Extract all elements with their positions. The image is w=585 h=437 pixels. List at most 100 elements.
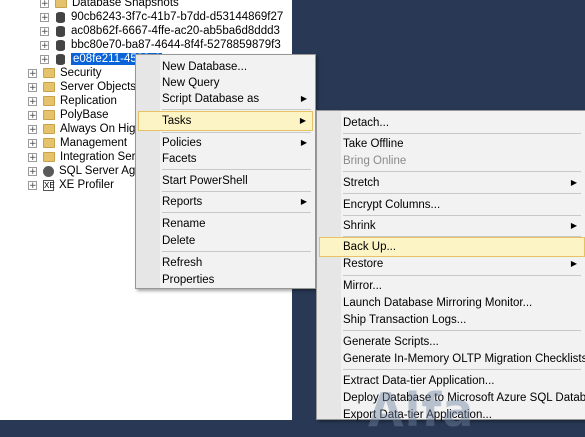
expand-icon[interactable]: +: [28, 152, 37, 162]
tree-node-label: PolyBase: [60, 109, 109, 121]
expand-icon[interactable]: +: [40, 54, 49, 64]
tree-node-label: ac08b62f-6667-4ffe-ac20-ab5ba6d8ddd3: [71, 25, 280, 37]
expand-icon[interactable]: +: [28, 166, 37, 176]
menu-item-label: Delete: [162, 235, 196, 247]
menu-item-label: Restore: [343, 258, 384, 270]
tree-node-label: Replication: [60, 95, 117, 107]
menu-item-facets[interactable]: Facets: [138, 149, 313, 169]
expand-icon[interactable]: +: [40, 0, 49, 8]
database-context-menu: New Database... New Query Script Databas…: [135, 54, 316, 289]
tree-node-security[interactable]: + Security: [28, 66, 102, 80]
tree-node-label: Database Snapshots: [72, 0, 179, 9]
submenu-arrow-icon: ▶: [570, 178, 577, 187]
folder-icon: [43, 152, 55, 162]
menu-item-export-datatier[interactable]: Export Data-tier Application...: [319, 405, 583, 425]
menu-item-bring-online[interactable]: Bring Online: [319, 151, 583, 171]
database-icon: [56, 53, 65, 65]
menu-item-label: Export Data-tier Application...: [343, 409, 492, 421]
menu-item-encrypt-columns[interactable]: Encrypt Columns...: [319, 195, 583, 215]
menu-item-label: Script Database as: [162, 93, 260, 105]
expand-icon[interactable]: +: [40, 26, 49, 36]
database-icon: [56, 11, 65, 23]
menu-item-label: Ship Transaction Logs...: [343, 314, 467, 326]
folder-icon: [43, 138, 55, 148]
menu-item-generate-inmemory-checklists[interactable]: Generate In-Memory OLTP Migration Checkl…: [319, 349, 585, 369]
expand-icon[interactable]: +: [40, 12, 49, 22]
menu-item-label: Facets: [162, 153, 197, 165]
expand-icon[interactable]: +: [28, 82, 37, 92]
tree-node-label: Management: [60, 137, 128, 149]
menu-item-label: Shrink: [343, 220, 376, 232]
expand-icon[interactable]: +: [28, 124, 37, 134]
menu-separator: [343, 193, 581, 194]
folder-icon: [55, 0, 67, 8]
menu-item-start-powershell[interactable]: Start PowerShell: [138, 171, 313, 191]
menu-item-restore[interactable]: Restore ▶: [319, 254, 583, 274]
tree-node-database-snapshots[interactable]: + Database Snapshots: [40, 0, 179, 10]
menu-item-label: Stretch: [343, 177, 380, 189]
menu-item-properties[interactable]: Properties: [138, 270, 313, 290]
submenu-arrow-icon: ▶: [300, 94, 307, 103]
menu-item-script-database-as[interactable]: Script Database as ▶: [138, 89, 313, 109]
menu-item-label: Rename: [162, 218, 206, 230]
menu-item-label: Take Offline: [343, 138, 404, 150]
menu-item-label: Reports: [162, 196, 203, 208]
tree-node-sql-server-agent[interactable]: + SQL Server Agent: [28, 164, 151, 178]
menu-item-label: New Query: [162, 77, 220, 89]
menu-separator: [162, 212, 311, 213]
menu-item-stretch[interactable]: Stretch ▶: [319, 173, 583, 193]
expand-icon[interactable]: +: [28, 96, 37, 106]
expand-icon[interactable]: +: [28, 180, 37, 190]
menu-item-label: Launch Database Mirroring Monitor...: [343, 297, 533, 309]
submenu-arrow-icon: ▶: [299, 116, 306, 125]
xe-profiler-icon: XE: [43, 179, 55, 191]
menu-item-label: New Database...: [162, 61, 248, 73]
folder-icon: [43, 124, 55, 134]
tree-node-label: bbc80e70-ba87-4644-8f4f-5278859879f3: [71, 39, 281, 51]
menu-item-reports[interactable]: Reports ▶: [138, 192, 313, 212]
menu-separator: [343, 330, 581, 331]
submenu-arrow-icon: ▶: [570, 259, 577, 268]
tree-node-xe-profiler[interactable]: + XE XE Profiler: [28, 178, 114, 192]
submenu-arrow-icon: ▶: [300, 197, 307, 206]
agent-icon: [43, 165, 54, 177]
tree-node-database[interactable]: + 90cb6243-3f7c-41b7-b7dd-d53144869f27: [40, 10, 283, 24]
folder-icon: [43, 96, 55, 106]
expand-icon[interactable]: +: [28, 110, 37, 120]
menu-item-tasks[interactable]: Tasks ▶: [138, 111, 313, 131]
menu-separator: [162, 169, 311, 170]
menu-item-label: Encrypt Columns...: [343, 199, 441, 211]
menu-item-detach[interactable]: Detach...: [319, 113, 583, 133]
menu-item-label: Back Up...: [343, 241, 397, 253]
menu-item-label: Properties: [162, 274, 215, 286]
folder-icon: [43, 82, 55, 92]
expand-icon[interactable]: +: [28, 138, 37, 148]
menu-item-ship-transaction-logs[interactable]: Ship Transaction Logs...: [319, 310, 583, 330]
expand-icon[interactable]: +: [28, 68, 37, 78]
tree-node-database[interactable]: + bbc80e70-ba87-4644-8f4f-5278859879f3: [40, 38, 281, 52]
tree-node-database[interactable]: + ac08b62f-6667-4ffe-ac20-ab5ba6d8ddd3: [40, 24, 280, 38]
tree-node-management[interactable]: + Management: [28, 136, 127, 150]
tree-node-label: 90cb6243-3f7c-41b7-b7dd-d53144869f27: [71, 11, 284, 23]
menu-item-label: Bring Online: [343, 155, 407, 167]
menu-item-label: Detach...: [343, 117, 390, 129]
menu-separator: [343, 171, 581, 172]
expand-icon[interactable]: +: [40, 40, 49, 50]
menu-item-shrink[interactable]: Shrink ▶: [319, 216, 583, 236]
tree-node-label: Server Objects: [60, 81, 137, 93]
menu-item-label: Generate Scripts...: [343, 336, 439, 348]
menu-item-label: Start PowerShell: [162, 175, 248, 187]
folder-icon: [43, 68, 55, 78]
tree-node-replication[interactable]: + Replication: [28, 94, 117, 108]
tree-node-label: XE Profiler: [59, 179, 114, 191]
menu-item-label: Policies: [162, 137, 202, 149]
folder-icon: [43, 110, 55, 120]
menu-item-delete[interactable]: Delete: [138, 231, 313, 251]
menu-item-label: Tasks: [162, 115, 192, 127]
submenu-arrow-icon: ▶: [570, 221, 577, 230]
tree-node-polybase[interactable]: + PolyBase: [28, 108, 109, 122]
menu-separator: [162, 251, 311, 252]
tree-node-server-objects[interactable]: + Server Objects: [28, 80, 136, 94]
menu-item-label: Mirror...: [343, 280, 382, 292]
database-icon: [56, 25, 65, 37]
